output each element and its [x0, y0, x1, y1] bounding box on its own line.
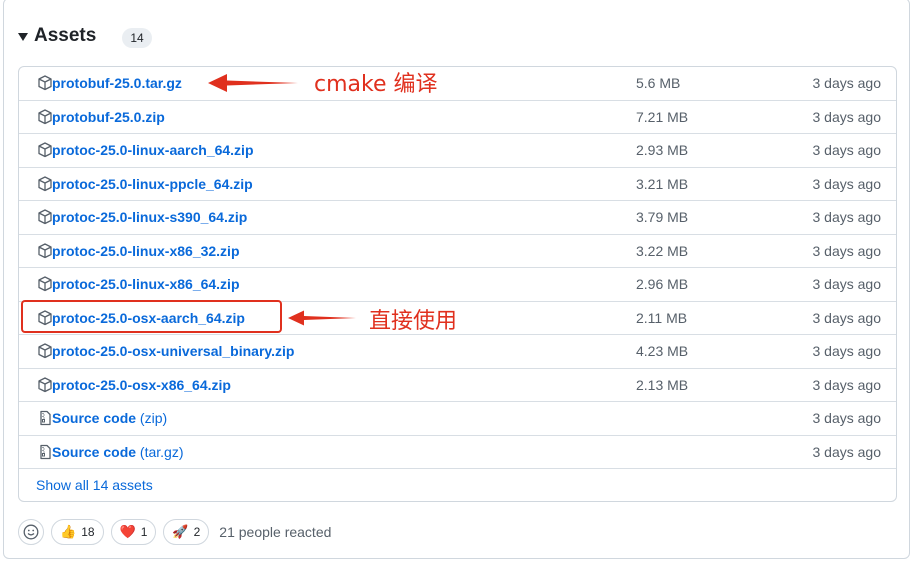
asset-date: 3 days ago: [812, 109, 882, 125]
asset-row: protoc-25.0-osx-x86_64.zip 2.13 MB 3 day…: [19, 368, 896, 401]
asset-date: 3 days ago: [812, 343, 882, 359]
asset-row: protoc-25.0-linux-x86_32.zip 3.22 MB 3 d…: [19, 234, 896, 267]
asset-date: 3 days ago: [812, 310, 882, 326]
reaction-rocket[interactable]: 🚀 2: [163, 519, 210, 545]
asset-link[interactable]: protobuf-25.0.zip: [52, 101, 165, 134]
package-icon: [38, 176, 52, 192]
file-zip-icon: [40, 410, 51, 426]
source-code-format: (tar.gz): [139, 444, 184, 460]
reaction-heart[interactable]: ❤️ 1: [110, 519, 157, 545]
source-code-targz-link[interactable]: Source code (tar.gz): [52, 436, 184, 469]
reactions-summary: 21 people reacted: [219, 524, 332, 540]
smiley-icon: [23, 524, 39, 540]
asset-date: 3 days ago: [812, 209, 882, 225]
asset-size: 7.21 MB: [636, 109, 689, 125]
asset-size: 3.22 MB: [636, 243, 689, 259]
source-code-zip-link[interactable]: Source code (zip): [52, 402, 167, 435]
thumbs-up-icon: 👍: [60, 524, 77, 539]
annotation-direct-use: 直接使用: [369, 309, 458, 334]
rocket-icon: 🚀: [172, 524, 189, 539]
asset-date: 3 days ago: [812, 276, 882, 292]
asset-size: 4.23 MB: [636, 343, 689, 359]
assets-title: Assets: [34, 25, 97, 46]
reaction-count: 1: [140, 525, 148, 539]
asset-size: 2.93 MB: [636, 142, 689, 158]
asset-row: protoc-25.0-linux-aarch_64.zip 2.93 MB 3…: [19, 133, 896, 166]
reaction-count: 18: [81, 525, 95, 539]
asset-link[interactable]: protoc-25.0-linux-x86_64.zip: [52, 268, 240, 301]
heart-icon: ❤️: [119, 524, 136, 539]
asset-link[interactable]: protoc-25.0-osx-x86_64.zip: [52, 369, 231, 402]
asset-row: protoc-25.0-linux-x86_64.zip 2.96 MB 3 d…: [19, 267, 896, 300]
asset-size: 3.79 MB: [636, 209, 689, 225]
asset-row: protobuf-25.0.zip 7.21 MB 3 days ago: [19, 100, 896, 133]
package-icon: [38, 343, 52, 359]
source-row: Source code (zip) 3 days ago: [19, 401, 896, 434]
source-code-label: Source code: [52, 444, 137, 460]
package-icon: [38, 243, 52, 259]
asset-link[interactable]: protoc-25.0-linux-s390_64.zip: [52, 201, 247, 234]
asset-date: 3 days ago: [812, 142, 882, 158]
source-code-label: Source code: [52, 410, 137, 426]
source-code-format: (zip): [139, 410, 168, 426]
asset-date: 3 days ago: [812, 410, 882, 426]
package-icon: [38, 109, 52, 125]
file-zip-icon: [40, 444, 51, 460]
assets-list: protobuf-25.0.tar.gz 5.6 MB 3 days ago p…: [18, 66, 897, 502]
asset-date: 3 days ago: [812, 444, 882, 460]
show-all-row: Show all 14 assets: [19, 468, 896, 501]
reaction-thumbs-up[interactable]: 👍 18: [51, 519, 104, 545]
reactions-bar: 👍 18 ❤️ 1 🚀 2 21 people reacted: [18, 518, 331, 546]
asset-link[interactable]: protoc-25.0-linux-aarch_64.zip: [52, 134, 254, 167]
arrow-left-icon: [288, 310, 356, 326]
add-reaction-button[interactable]: [18, 519, 44, 545]
asset-size: 2.13 MB: [636, 377, 689, 393]
assets-header[interactable]: Assets 14: [18, 22, 152, 50]
asset-date: 3 days ago: [812, 243, 882, 259]
asset-link[interactable]: protoc-25.0-linux-x86_32.zip: [52, 235, 240, 268]
highlight-box: [21, 300, 282, 333]
asset-row: protobuf-25.0.tar.gz 5.6 MB 3 days ago: [19, 67, 896, 100]
asset-date: 3 days ago: [812, 377, 882, 393]
show-all-assets-link[interactable]: Show all 14 assets: [36, 469, 153, 501]
reaction-count: 2: [193, 525, 201, 539]
caret-down-icon[interactable]: [18, 33, 28, 41]
asset-link[interactable]: protobuf-25.0.tar.gz: [52, 67, 182, 100]
annotation-cmake: cmake 编译: [314, 72, 438, 97]
asset-date: 3 days ago: [812, 75, 882, 91]
asset-size: 5.6 MB: [636, 75, 681, 91]
package-icon: [38, 142, 52, 158]
asset-link[interactable]: protoc-25.0-linux-ppcle_64.zip: [52, 168, 253, 201]
assets-count-badge: 14: [122, 28, 152, 48]
asset-row: protoc-25.0-linux-ppcle_64.zip 3.21 MB 3…: [19, 167, 896, 200]
asset-size: 2.11 MB: [636, 310, 688, 326]
arrow-left-icon: [208, 74, 298, 92]
asset-row: protoc-25.0-osx-universal_binary.zip 4.2…: [19, 334, 896, 367]
package-icon: [38, 209, 52, 225]
asset-size: 3.21 MB: [636, 176, 689, 192]
package-icon: [38, 377, 52, 393]
asset-date: 3 days ago: [812, 176, 882, 192]
package-icon: [38, 276, 52, 292]
asset-link[interactable]: protoc-25.0-osx-universal_binary.zip: [52, 335, 294, 368]
asset-row: protoc-25.0-linux-s390_64.zip 3.79 MB 3 …: [19, 200, 896, 233]
package-icon: [38, 75, 52, 91]
asset-size: 2.96 MB: [636, 276, 689, 292]
source-row: Source code (tar.gz) 3 days ago: [19, 435, 896, 468]
